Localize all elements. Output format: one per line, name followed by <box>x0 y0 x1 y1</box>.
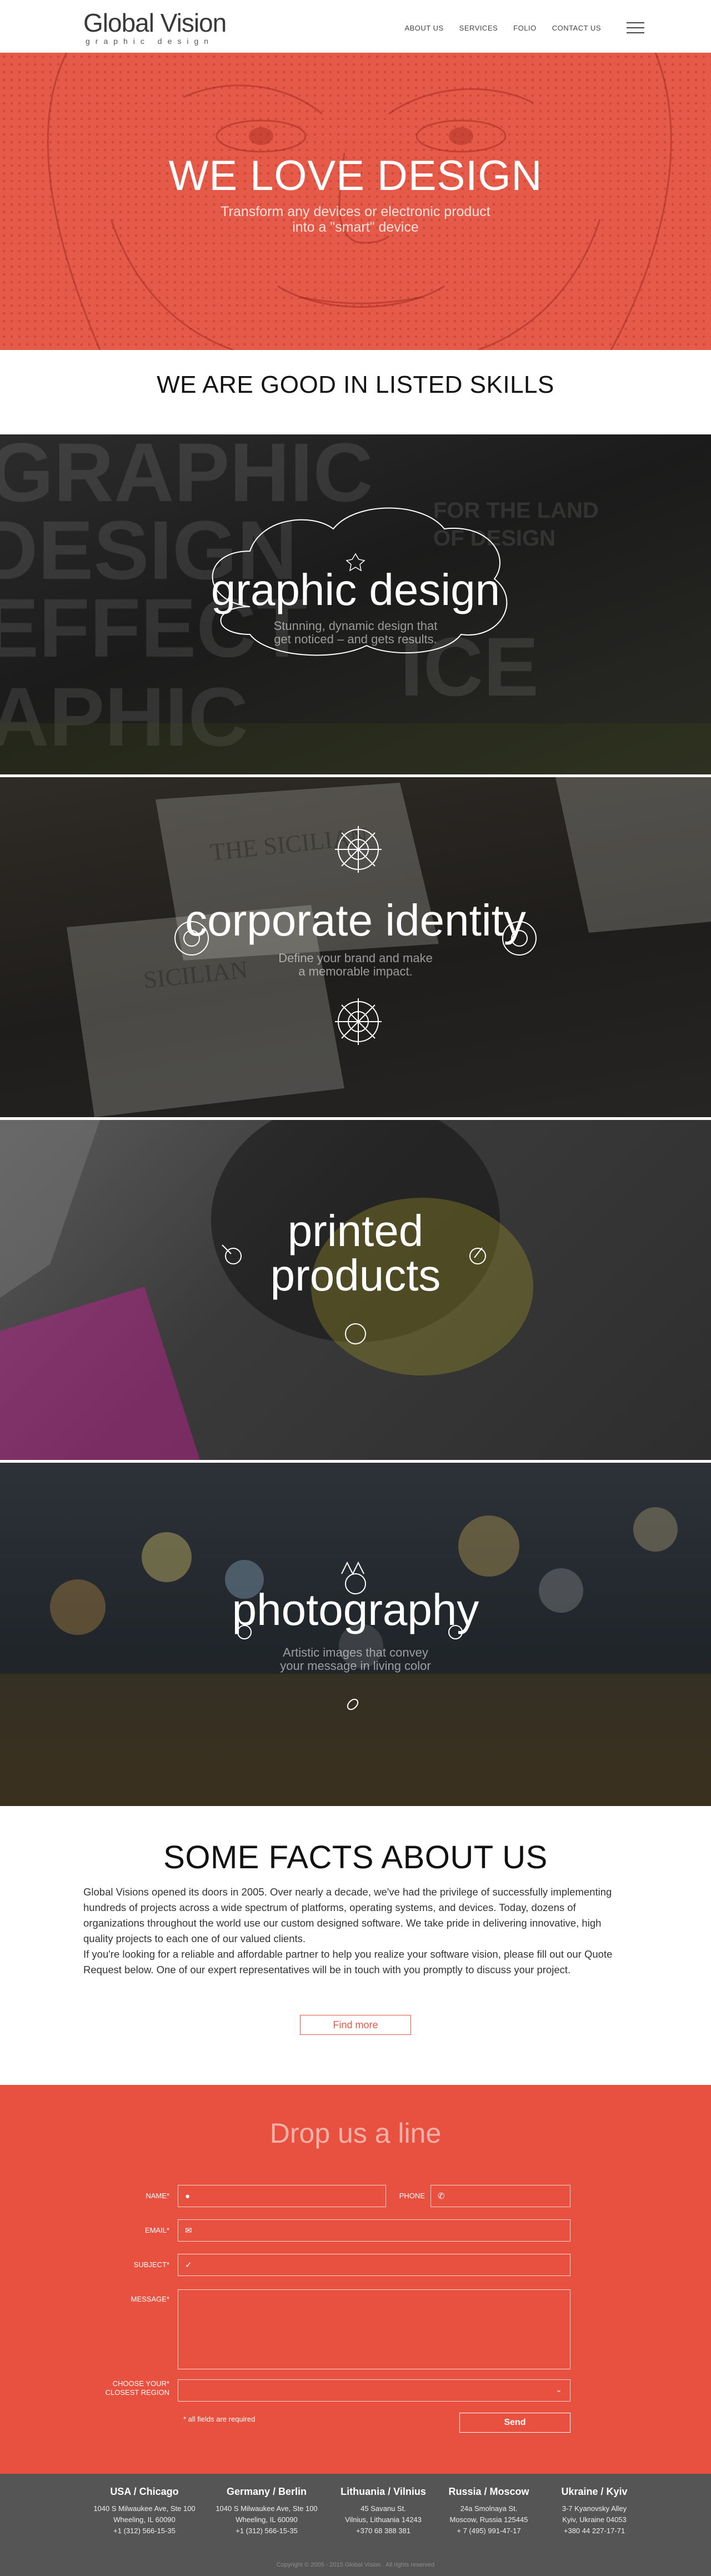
logo[interactable]: Global Vision graphic design <box>83 8 227 46</box>
skills-heading: WE ARE GOOD IN LISTED SKILLS <box>157 371 554 398</box>
nav-about-us[interactable]: ABOUT US <box>404 24 443 32</box>
facts-paragraph-1: Global Visions opened its doors in 2005.… <box>83 1886 612 1944</box>
site-header: Global Vision graphic design ABOUT US SE… <box>0 0 711 53</box>
hero-banner: WE LOVE DESIGN Transform any devices or … <box>0 53 711 350</box>
office-city: Germany / Berlin <box>226 2486 307 2497</box>
graphic-design-subtitle: Stunning, dynamic design that get notice… <box>0 619 711 646</box>
office-phone: + 7 (495) 991-47-17 <box>457 2527 521 2535</box>
envelope-icon: ✉ <box>185 2226 192 2235</box>
printed-products-title-line-2: products <box>270 1251 441 1300</box>
skill-panel-graphic-design[interactable]: GRAPHIC DESIGN EFFECT APHIC FOR THE LAND… <box>0 434 711 774</box>
logo-title: Global Vision <box>83 8 227 37</box>
corporate-identity-subtitle-line-2: a memorable impact. <box>298 964 413 978</box>
region-label-line-1: CHOOSE YOUR* <box>112 2379 169 2388</box>
message-label: MESSAGE* <box>131 2295 169 2303</box>
office-kyiv: Ukraine / Kyiv 3-7 Kyanovsky Alley Kyiv,… <box>533 2486 655 2537</box>
skill-panel-photography[interactable]: photography Artistic images that convey … <box>0 1463 711 1806</box>
office-address: Wheeling, IL 60090 <box>236 2515 298 2524</box>
copyright: Copyright © 2005 - 2015 Global Vision . … <box>276 2562 435 2568</box>
message-textarea[interactable] <box>178 2289 570 2369</box>
office-address: Vilnius, Lithuania 14243 <box>345 2515 422 2524</box>
photography-subtitle: Artistic images that convey your message… <box>0 1646 711 1673</box>
facts-heading: SOME FACTS ABOUT US <box>163 1839 548 1875</box>
office-address: Moscow, Russia 125445 <box>449 2515 528 2524</box>
contact-title: Drop us a line <box>269 2118 442 2149</box>
office-address: 3-7 Kyanovsky Alley <box>562 2504 627 2513</box>
office-city: Ukraine / Kyiv <box>561 2486 628 2497</box>
email-field[interactable]: ✉ <box>178 2219 570 2242</box>
contact-section: Drop us a line NAME* ● PHONE ✆ EMAIL* ✉ … <box>0 2085 711 2474</box>
skill-panel-printed-products[interactable]: printed products <box>0 1120 711 1460</box>
office-city: Lithuania / Vilnius <box>341 2486 426 2497</box>
logo-subtitle: graphic design <box>86 37 214 46</box>
printed-products-title-line-1: printed <box>287 1206 424 1256</box>
hero-face-illustration <box>47 53 672 350</box>
office-phone: +1 (312) 566-15-35 <box>236 2527 298 2535</box>
name-field[interactable]: ● <box>178 2185 386 2207</box>
subject-field[interactable]: ✓ <box>178 2254 570 2276</box>
photography-subtitle-line-1: Artistic images that convey <box>283 1645 428 1659</box>
phone-icon: ✆ <box>438 2192 445 2201</box>
main-nav: ABOUT US SERVICES FOLIO CONTACT US <box>404 22 644 33</box>
phone-label: PHONE <box>399 2192 425 2200</box>
name-label: NAME* <box>146 2192 169 2200</box>
hero-subtitle-line-2: into a "smart" device <box>292 219 419 235</box>
office-berlin: Germany / Berlin 1040 S Milwaukee Ave, S… <box>206 2486 328 2537</box>
corporate-identity-subtitle-line-1: Define your brand and make <box>278 951 433 965</box>
nav-services[interactable]: SERVICES <box>459 24 498 32</box>
office-phone: +380 44 227-17-71 <box>563 2527 625 2535</box>
region-select[interactable]: ⌄ <box>178 2379 570 2402</box>
printed-products-title: printed products <box>0 1209 711 1298</box>
svg-text:FOR THE LAND: FOR THE LAND <box>433 498 599 523</box>
nav-contact-us[interactable]: CONTACT US <box>552 24 601 32</box>
office-city: USA / Chicago <box>110 2486 179 2497</box>
corporate-identity-background: THE SICILIAN SICILIAN <box>67 777 711 1117</box>
office-vilnius: Lithuania / Vilnius 45 Savanu St. Vilniu… <box>322 2486 444 2537</box>
office-address: 45 Savanu St. <box>360 2504 406 2513</box>
graphic-design-subtitle-line-2: get noticed – and gets results. <box>274 632 437 646</box>
hero-subtitle-line-1: Transform any devices or electronic prod… <box>221 204 490 219</box>
photography-title: photography <box>232 1585 479 1634</box>
office-address: 1040 S Milwaukee Ave, Ste 100 <box>216 2504 318 2513</box>
corporate-identity-title: corporate identity <box>185 896 526 945</box>
photography-background <box>0 1507 711 1806</box>
check-icon: ✓ <box>185 2260 192 2270</box>
office-chicago: USA / Chicago 1040 S Milwaukee Ave, Ste … <box>83 2486 206 2537</box>
skill-panel-corporate-identity[interactable]: THE SICILIAN SICILIAN corporate identity… <box>0 777 711 1117</box>
subject-label: SUBJECT* <box>133 2260 169 2269</box>
user-icon: ● <box>185 2192 191 2201</box>
hero-title: WE LOVE DESIGN <box>168 152 543 199</box>
office-moscow: Russia / Moscow 24a Smolnaya St. Moscow,… <box>428 2486 550 2537</box>
graphic-design-subtitle-line-1: Stunning, dynamic design that <box>273 619 438 633</box>
menu-icon[interactable] <box>627 22 644 33</box>
region-label-line-2: CLOSEST REGION <box>105 2388 169 2397</box>
phone-field[interactable]: ✆ <box>430 2185 570 2207</box>
find-more-button[interactable]: Find more <box>300 2015 411 2035</box>
graphic-design-title: graphic design <box>211 565 500 614</box>
office-city: Russia / Moscow <box>448 2486 529 2497</box>
hero-subtitle: Transform any devices or electronic prod… <box>0 204 711 235</box>
nav-folio[interactable]: FOLIO <box>513 24 537 32</box>
chevron-down-icon: ⌄ <box>555 2385 562 2394</box>
office-address: 24a Smolnaya St. <box>460 2504 518 2513</box>
email-label: EMAIL* <box>144 2226 169 2234</box>
office-phone: +1 (312) 566-15-35 <box>113 2527 176 2535</box>
required-note: * all fields are required <box>183 2415 256 2423</box>
send-button[interactable]: Send <box>459 2413 570 2433</box>
office-address: Wheeling, IL 60090 <box>113 2515 176 2524</box>
corporate-identity-subtitle: Define your brand and make a memorable i… <box>0 952 711 978</box>
office-address: 1040 S Milwaukee Ave, Ste 100 <box>93 2504 196 2513</box>
site-footer: USA / Chicago 1040 S Milwaukee Ave, Ste … <box>0 2474 711 2576</box>
photography-subtitle-line-2: your message in living color <box>280 1659 431 1673</box>
region-label: CHOOSE YOUR* CLOSEST REGION <box>89 2379 169 2397</box>
facts-paragraph-2: If you're looking for a reliable and aff… <box>83 1948 613 1975</box>
office-phone: +370 68 388 381 <box>356 2527 410 2535</box>
facts-text: Global Visions opened its doors in 2005.… <box>83 1884 628 1978</box>
office-address: Kyiv, Ukraine 04053 <box>562 2515 627 2524</box>
